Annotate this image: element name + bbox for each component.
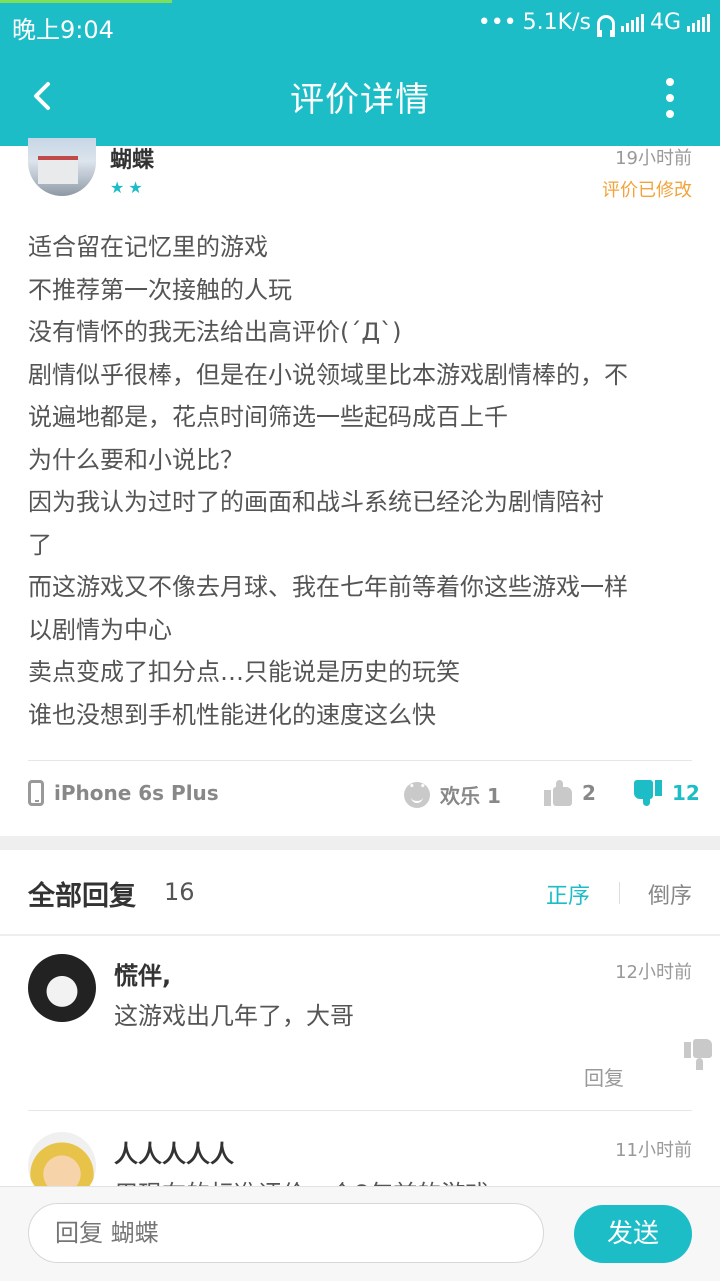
reply-time: 12小时前 xyxy=(615,962,692,983)
reply-author[interactable]: 慌伴, xyxy=(114,956,171,991)
replies-header: 全部回复 16 正序 倒序 xyxy=(28,870,692,916)
loading-progress xyxy=(0,0,172,3)
more-dot-icon xyxy=(666,94,674,102)
more-dot-icon xyxy=(666,78,674,86)
review-line: 没有情怀的我无法给出高评价(´Д`) xyxy=(28,318,402,346)
author-name[interactable]: 蝴蝶 xyxy=(110,142,154,174)
thumbs-up-icon xyxy=(544,780,572,806)
author-avatar[interactable] xyxy=(28,138,96,196)
review-line: 了 xyxy=(28,530,52,559)
network-speed: 5.1K/s xyxy=(522,10,591,35)
headset-icon xyxy=(596,14,615,37)
review-line: 为什么要和小说比？ xyxy=(28,445,244,474)
review-line: 以剧情为中心 xyxy=(28,615,172,644)
review-line: 适合留在记忆里的游戏 xyxy=(28,233,268,261)
funny-count: 欢乐 1 xyxy=(440,784,501,808)
reply-input[interactable] xyxy=(28,1203,544,1263)
review-line: 说遍地都是，花点时间筛选一些起码成百上千 xyxy=(28,403,508,431)
more-dot-icon xyxy=(666,110,674,118)
network-type: 4G xyxy=(649,10,681,35)
device-name: iPhone 6s Plus xyxy=(54,781,219,805)
sort-descending-tab[interactable]: 倒序 xyxy=(648,878,692,910)
page-title: 评价详情 xyxy=(290,80,430,120)
divider xyxy=(28,760,692,761)
review-line: 不推荐第一次接触的人玩 xyxy=(28,275,292,304)
review-modified-label: 评价已修改 xyxy=(602,180,692,201)
reply-composer: 发送 xyxy=(0,1186,720,1281)
app-bar: 评价详情 xyxy=(0,48,720,146)
thumbs-down-icon xyxy=(634,780,662,806)
rating-stars: ★★ xyxy=(110,178,147,197)
sort-divider xyxy=(619,882,620,904)
review-line: 因为我认为过时了的画面和战斗系统已经沦为剧情陪衬 xyxy=(28,488,604,516)
replies-count: 16 xyxy=(164,878,195,906)
dislike-count: 12 xyxy=(672,781,700,805)
status-time: 晚上9:04 xyxy=(12,16,114,44)
reply-text: 这游戏出几年了，大哥 xyxy=(114,1002,354,1030)
review-line: 谁也没想到手机性能进化的速度这么快 xyxy=(28,700,436,729)
signal-icon-2 xyxy=(687,13,710,32)
dots-icon: ••• xyxy=(477,10,517,35)
like-count: 2 xyxy=(582,781,596,805)
signal-icon xyxy=(620,13,644,32)
smiley-icon xyxy=(404,781,430,808)
send-button[interactable]: 发送 xyxy=(574,1205,692,1263)
reply-time: 11小时前 xyxy=(615,1140,692,1161)
dislike-button[interactable]: 12 xyxy=(634,780,700,806)
divider xyxy=(0,934,720,936)
sort-ascending-tab[interactable]: 正序 xyxy=(546,878,590,910)
review-line: 剧情似乎很棒，但是在小说领域里比本游戏剧情棒的，不 xyxy=(28,360,628,389)
like-button[interactable]: 2 xyxy=(544,780,596,806)
review-body: 适合留在记忆里的游戏 不推荐第一次接触的人玩 没有情怀的我无法给出高评价(´Д`… xyxy=(28,226,692,736)
replies-title: 全部回复 xyxy=(28,881,136,912)
review-meta-bar: iPhone 6s Plus 欢乐 1 2 12 xyxy=(28,778,700,818)
status-bar: 晚上9:04 ••• 5.1K/s 4G xyxy=(0,0,720,48)
reply-author[interactable]: 人人人人人 xyxy=(114,1134,234,1169)
more-options-button[interactable] xyxy=(660,78,680,118)
reply-button[interactable]: 回复 xyxy=(584,1062,624,1091)
section-separator xyxy=(0,836,720,850)
phone-icon xyxy=(28,780,44,806)
reply-avatar[interactable] xyxy=(28,954,96,1022)
device-info: iPhone 6s Plus xyxy=(28,780,219,806)
review-time: 19小时前 xyxy=(615,148,692,169)
status-right: ••• 5.1K/s 4G xyxy=(477,10,710,37)
funny-button[interactable]: 欢乐 1 xyxy=(404,780,501,809)
divider xyxy=(28,1110,692,1111)
review-line: 而这游戏又不像去月球、我在七年前等着你这些游戏一样 xyxy=(28,573,628,601)
review-line: 卖点变成了扣分点…只能说是历史的玩笑 xyxy=(28,658,460,686)
avatar-building-image xyxy=(38,156,78,184)
